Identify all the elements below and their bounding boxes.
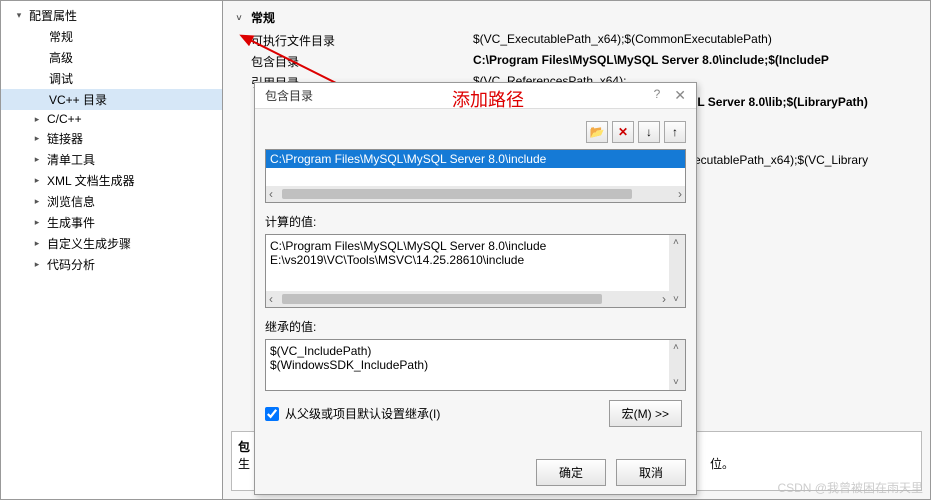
tree-item-manifest[interactable]: ▸清单工具 — [1, 149, 222, 170]
help-icon[interactable]: ? — [654, 87, 661, 104]
tree-item-xmldoc[interactable]: ▸XML 文档生成器 — [1, 170, 222, 191]
tree-root-label: 配置属性 — [29, 7, 77, 24]
cancel-button[interactable]: 取消 — [616, 459, 686, 486]
computed-label: 计算的值: — [265, 213, 686, 230]
folder-icon: 📂 — [590, 125, 605, 139]
desc-title: 包 — [238, 440, 250, 454]
tree-item-browse[interactable]: ▸浏览信息 — [1, 191, 222, 212]
desc-end: 位。 — [710, 457, 734, 471]
dialog-titlebar: 包含目录 ? ✕ — [255, 83, 696, 109]
delete-icon: ✕ — [618, 125, 628, 139]
prop-row-execdir[interactable]: 可执行文件目录 $(VC_ExecutablePath_x64);$(Commo… — [233, 30, 920, 51]
chevron-right-icon: ▸ — [31, 113, 43, 125]
inherited-values-box[interactable]: $(VC_IncludePath) $(WindowsSDK_IncludePa… — [265, 339, 686, 391]
inherited-line: $(WindowsSDK_IncludePath) — [270, 358, 681, 372]
desc-line: 生 — [238, 457, 250, 471]
chevron-right-icon: ▸ — [31, 238, 43, 250]
delete-button[interactable]: ✕ — [612, 121, 634, 143]
close-icon[interactable]: ✕ — [674, 87, 686, 104]
dialog-title: 包含目录 — [265, 87, 313, 104]
chevron-right-icon: ▸ — [31, 154, 43, 166]
tree-item-ccpp[interactable]: ▸C/C++ — [1, 110, 222, 128]
vertical-scrollbar[interactable] — [669, 340, 685, 390]
watermark: CSDN @我曾被困在雨天里 — [777, 479, 923, 496]
tree-item-vcdirs[interactable]: VC++ 目录 — [1, 89, 222, 110]
arrow-down-icon: ↓ — [646, 125, 652, 139]
horizontal-scrollbar[interactable] — [266, 291, 669, 307]
inherited-label: 继承的值: — [265, 318, 686, 335]
tree-item-debug[interactable]: 调试 — [1, 68, 222, 89]
inherit-checkbox[interactable] — [265, 407, 279, 421]
ok-button[interactable]: 确定 — [536, 459, 606, 486]
move-up-button[interactable]: ↑ — [664, 121, 686, 143]
list-toolbar: 📂 ✕ ↓ ↑ — [265, 117, 686, 149]
macro-button[interactable]: 宏(M) >> — [609, 400, 682, 427]
prop-row-includedir[interactable]: 包含目录 C:\Program Files\MySQL\MySQL Server… — [233, 51, 920, 72]
chevron-right-icon: ▸ — [31, 175, 43, 187]
prop-group-general[interactable]: ˅ 常规 — [233, 5, 920, 30]
paths-listbox[interactable]: C:\Program Files\MySQL\MySQL Server 8.0\… — [265, 149, 686, 203]
computed-values-box[interactable]: C:\Program Files\MySQL\MySQL Server 8.0\… — [265, 234, 686, 308]
tree-item-buildevents[interactable]: ▸生成事件 — [1, 212, 222, 233]
vertical-scrollbar[interactable] — [669, 235, 685, 307]
chevron-down-icon: ▾ — [13, 10, 25, 22]
tree-root[interactable]: ▾ 配置属性 — [1, 5, 222, 26]
computed-line: E:\vs2019\VC\Tools\MSVC\14.25.28610\incl… — [270, 253, 681, 267]
chevron-down-icon: ˅ — [233, 12, 245, 24]
inherited-line: $(VC_IncludePath) — [270, 344, 681, 358]
scroll-thumb[interactable] — [282, 189, 632, 199]
inherit-check-label: 从父级或项目默认设置继承(I) — [285, 405, 440, 422]
computed-line: C:\Program Files\MySQL\MySQL Server 8.0\… — [270, 239, 681, 253]
chevron-right-icon: ▸ — [31, 217, 43, 229]
chevron-right-icon: ▸ — [31, 259, 43, 271]
list-item[interactable]: C:\Program Files\MySQL\MySQL Server 8.0\… — [266, 150, 685, 168]
chevron-right-icon: ▸ — [31, 133, 43, 145]
chevron-right-icon: ▸ — [31, 196, 43, 208]
new-folder-button[interactable]: 📂 — [586, 121, 608, 143]
group-title: 常规 — [251, 9, 275, 26]
tree-item-custombuild[interactable]: ▸自定义生成步骤 — [1, 233, 222, 254]
include-dirs-dialog: 包含目录 ? ✕ 📂 ✕ ↓ ↑ C:\Program Files\MySQL\… — [254, 82, 697, 495]
move-down-button[interactable]: ↓ — [638, 121, 660, 143]
horizontal-scrollbar[interactable] — [266, 186, 685, 202]
config-tree: ▾ 配置属性 常规 高级 调试 VC++ 目录 ▸C/C++ ▸链接器 ▸清单工… — [1, 1, 223, 499]
tree-item-advanced[interactable]: 高级 — [1, 47, 222, 68]
tree-item-linker[interactable]: ▸链接器 — [1, 128, 222, 149]
scroll-thumb[interactable] — [282, 294, 602, 304]
arrow-up-icon: ↑ — [672, 125, 678, 139]
tree-item-general[interactable]: 常规 — [1, 26, 222, 47]
tree-item-codeanalysis[interactable]: ▸代码分析 — [1, 254, 222, 275]
